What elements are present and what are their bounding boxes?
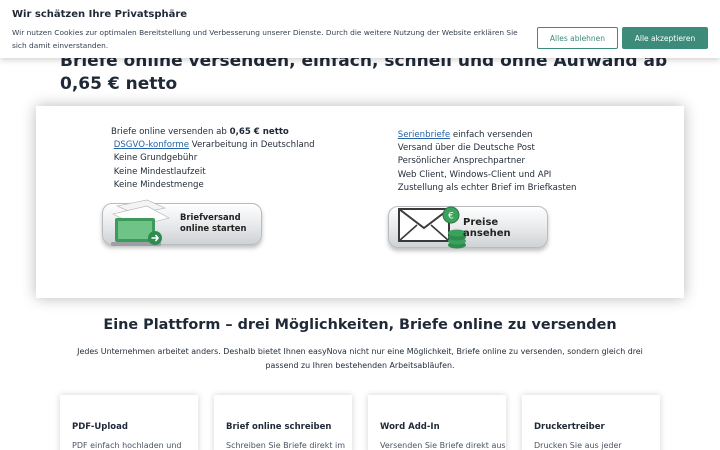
feature-text: Keine Grundgebühr (113, 153, 198, 164)
svg-text:€: € (448, 212, 454, 222)
feature-text: Verarbeitung in Deutschland (189, 140, 315, 151)
tile-desc: Drucken Sie aus jeder (534, 441, 622, 450)
list-item: Versand über die Deutsche Post (387, 142, 576, 155)
feature-text: Keine Mindestlaufzeit (113, 166, 206, 177)
feature-text: Web Client, Windows-Client und API (397, 169, 552, 180)
feature-list-right: Serienbriefe einfach versenden Versand ü… (387, 129, 577, 195)
view-prices-button[interactable]: € Preise ansehen (388, 206, 548, 249)
cta-start-label: Briefversand online starten (180, 212, 246, 234)
cookie-banner: Wir schätzen Ihre Privatsphäre Wir nutze… (0, 0, 720, 58)
feature-text: einfach versenden (450, 130, 533, 140)
start-sending-button[interactable]: Briefversand online starten (102, 199, 262, 246)
feature-text: Keine Mindestmenge (113, 179, 204, 190)
feature-text: Persönlicher Ansprechpartner (397, 156, 526, 167)
list-item: Zustellung als echter Brief im Briefkast… (387, 182, 577, 195)
tile-word-addin[interactable]: Word Add-In Versenden Sie Briefe direkt … (368, 395, 506, 450)
tile-pdf-upload[interactable]: PDF-Upload PDF einfach hochladen und (60, 395, 198, 450)
envelope-coins-icon: € (398, 206, 466, 249)
cookie-title: Wir schätzen Ihre Privatsphäre (12, 9, 188, 20)
tile-printer-driver[interactable]: Druckertreiber Drucken Sie aus jeder (522, 395, 660, 450)
tile-desc: Schreiben Sie Briefe direkt im (226, 441, 346, 450)
list-item: Keine Mindestlaufzeit (103, 166, 315, 179)
tile-write-online[interactable]: Brief online schreiben Schreiben Sie Bri… (214, 395, 352, 450)
list-item: Serienbriefe einfach versenden (387, 129, 576, 142)
tile-desc: Versenden Sie Briefe direkt aus (380, 441, 506, 450)
cta-prices-label: Preise ansehen (463, 217, 511, 239)
list-item: Keine Mindestmenge (103, 179, 315, 192)
list-item: DSGVO-konforme Verarbeitung in Deutschla… (103, 139, 315, 152)
tile-desc: PDF einfach hochladen und (72, 441, 182, 450)
list-item: Persönlicher Ansprechpartner (387, 155, 576, 168)
section-text: Jedes Unternehmen arbeitet anders. Desha… (77, 347, 643, 370)
list-item: Keine Grundgebühr (103, 152, 315, 165)
decline-all-button[interactable]: Alles ablehnen (537, 27, 618, 49)
cta-start-line2: online starten (180, 223, 247, 233)
feature-card: Briefe online versenden ab 0,65 € netto … (36, 106, 684, 298)
cookie-text: Wir nutzen Cookies zur optimalen Bereits… (12, 28, 518, 50)
tile-title: Brief online schreiben (226, 422, 332, 432)
dsgvo-link[interactable]: DSGVO-konforme (114, 140, 189, 150)
list-item: Briefe online versenden ab 0,65 € netto (103, 126, 315, 139)
tile-title: Word Add-In (380, 422, 440, 432)
feature-text: Zustellung als echter Brief im Briefkast… (397, 182, 577, 193)
price-highlight: 0,65 € netto (229, 127, 289, 137)
options-tiles: PDF-Upload PDF einfach hochladen und Bri… (60, 395, 660, 450)
serienbriefe-link[interactable]: Serienbriefe (398, 130, 450, 140)
laptop-letters-icon (111, 199, 170, 246)
list-item: Web Client, Windows-Client und API (387, 169, 576, 182)
tile-title: PDF-Upload (72, 422, 128, 432)
feature-text: Versand über die Deutsche Post (397, 143, 535, 154)
tile-title: Druckertreiber (534, 422, 605, 432)
feature-text: Briefe online versenden ab (111, 127, 230, 137)
cta-start-line1: Briefversand (180, 212, 241, 222)
section-title: Eine Plattform – drei Möglichkeiten, Bri… (103, 317, 617, 333)
feature-list-left: Briefe online versenden ab 0,65 € netto … (103, 126, 315, 192)
accept-all-button[interactable]: Alle akzeptieren (622, 27, 708, 49)
